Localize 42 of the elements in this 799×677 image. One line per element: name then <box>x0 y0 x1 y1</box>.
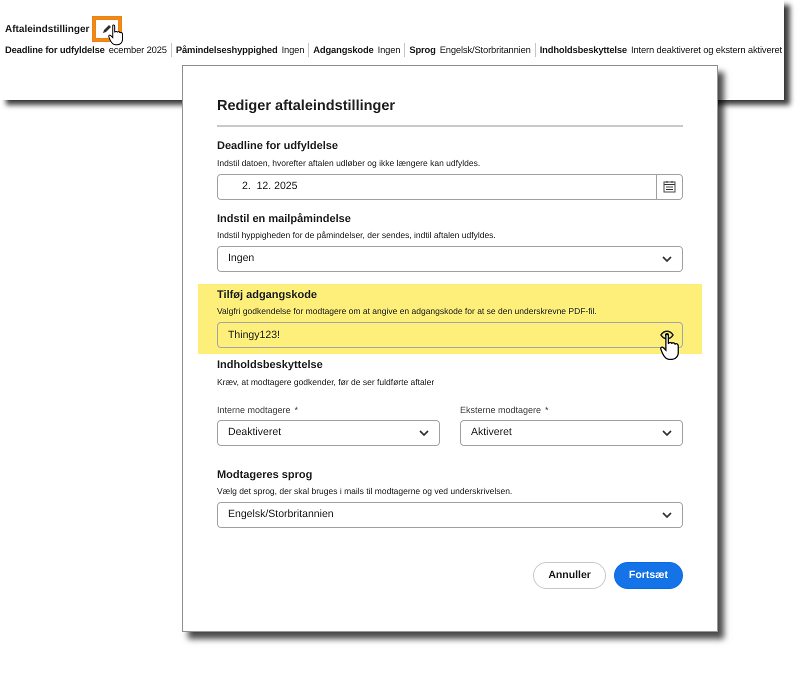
required-mark: * <box>294 404 298 416</box>
required-mark: * <box>545 404 549 416</box>
dropdown[interactable]: Aktiveret <box>460 420 683 446</box>
field-description: Vælg det sprog, der skal bruges i mails til modtagerne og ved underskrivelsen. <box>217 486 512 497</box>
calendar-icon <box>663 180 676 194</box>
field-heading: Modtageres sprog <box>217 468 312 482</box>
field-description: Kræv, at modtagere godkender, før de ser fuldførte aftaler <box>217 376 434 388</box>
dialog-title: Rediger aftaleindstillinger <box>217 98 396 116</box>
dropdown[interactable]: Deaktiveret <box>217 420 440 446</box>
continue-button[interactable]: Fortsæt <box>614 562 683 589</box>
field-description: Valgfri godkendelse for modtagere om at angive en adgangskode for at se den underskrevne PDF-fil. <box>217 306 597 318</box>
date-field[interactable]: 2. 12. 2025 <box>217 174 683 200</box>
field-label: Interne modtagere <box>217 404 291 416</box>
field-label: Eksterne modtagere <box>460 404 542 416</box>
setting-label: Adgangskode <box>313 43 374 57</box>
setting-value: Ingen <box>282 43 304 57</box>
hand-cursor-icon <box>660 333 680 362</box>
setting-label: Deadline for udfyldelse <box>5 43 105 57</box>
chevron-down-icon <box>662 256 672 262</box>
setting-value: Intern deaktiveret og ekstern aktiveret <box>631 43 782 57</box>
setting-value: Engelsk/Storbritannien <box>440 43 531 57</box>
field-description: Indstil hyppigheden for de påmindelser, der sendes, indtil aftalen udfyldes. <box>217 230 496 242</box>
pencil-icon <box>101 23 114 35</box>
setting-value: Ingen <box>378 43 400 57</box>
chevron-down-icon <box>662 512 672 518</box>
setting-label: Påmindelseshyppighed <box>176 43 278 57</box>
chevron-down-icon <box>662 430 672 436</box>
setting-value: ecember 2025 <box>108 43 167 57</box>
field-heading: Deadline for udfyldelse <box>217 139 338 154</box>
dropdown[interactable]: Ingen <box>217 246 683 272</box>
field-heading: Indholdsbeskyttelse <box>217 358 323 373</box>
section-title: Aftaleindstillinger <box>5 22 90 36</box>
cancel-button[interactable]: Annuller <box>533 562 606 589</box>
chevron-down-icon <box>419 430 429 436</box>
dropdown[interactable]: Engelsk/Storbritannien <box>217 502 683 528</box>
eye-icon[interactable] <box>660 330 674 340</box>
hand-cursor-icon <box>108 24 124 46</box>
setting-label: Indholdsbeskyttelse <box>540 43 627 57</box>
setting-label: Sprog <box>409 43 436 57</box>
field-heading: Tilføj adgangskode <box>217 288 318 302</box>
field-heading: Indstil en mailpåmindelse <box>217 212 351 226</box>
field-description: Indstil datoen, hvorefter aftalen udløber og ikke længere kan udfyldes. <box>217 158 480 169</box>
